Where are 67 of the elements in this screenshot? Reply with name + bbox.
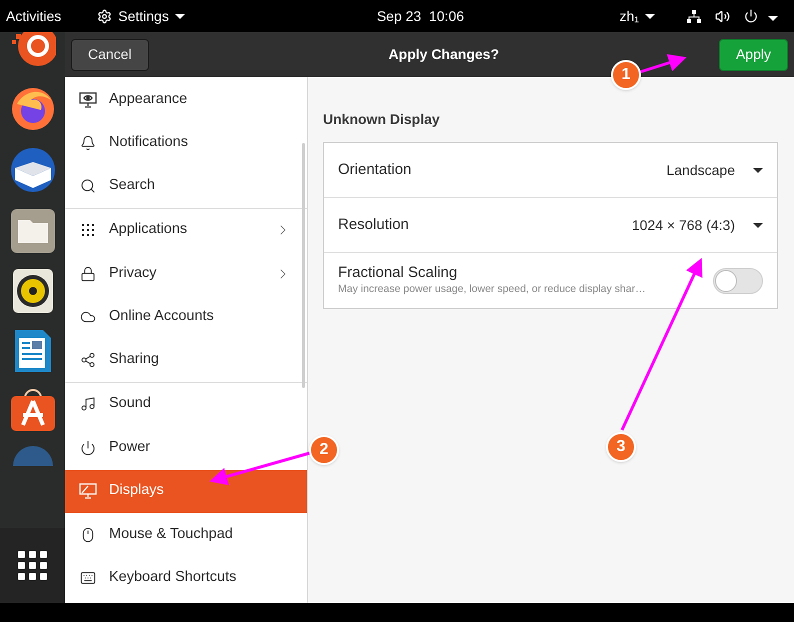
search-icon xyxy=(80,178,96,194)
caret-icon xyxy=(753,222,763,228)
row-label: Fractional Scaling xyxy=(338,264,458,282)
caret-icon xyxy=(174,14,185,18)
item-label: Appearance xyxy=(109,90,188,109)
sidebar-item[interactable]: Applications xyxy=(65,208,307,252)
settings-menu[interactable]: Settings xyxy=(97,6,185,26)
row-label: Resolution xyxy=(338,214,409,235)
grid-icon xyxy=(81,223,95,238)
sidebar-item[interactable]: Online Accounts xyxy=(65,296,307,339)
item-label: Online Accounts xyxy=(109,307,214,326)
monitor-eye-icon xyxy=(79,92,97,108)
sidebar-item[interactable]: Mouse & Touchpad xyxy=(65,513,307,556)
caret-icon xyxy=(753,168,763,172)
share-icon xyxy=(80,352,96,368)
shopping-bag-icon[interactable] xyxy=(10,388,56,432)
lock-icon xyxy=(80,266,96,282)
activities-button[interactable]: Activities xyxy=(0,6,68,26)
item-label: Search xyxy=(109,176,155,196)
settings-row[interactable]: Orientation Landscape xyxy=(324,143,777,198)
power-icon[interactable] xyxy=(744,9,758,23)
sidebar-item[interactable]: Search xyxy=(65,165,307,208)
row-value: Landscape xyxy=(666,160,735,180)
settings-icon xyxy=(97,8,112,24)
folder-icon[interactable] xyxy=(10,208,56,254)
sidebar-item[interactable]: Appearance xyxy=(65,78,307,122)
app-grid-icon[interactable] xyxy=(18,550,48,580)
item-label: Power xyxy=(109,438,150,457)
volume-icon[interactable] xyxy=(715,8,730,24)
toggle-switch[interactable] xyxy=(713,268,763,294)
item-label: Keyboard Shortcuts xyxy=(109,568,236,588)
caret-icon xyxy=(768,16,778,20)
display-icon xyxy=(79,483,97,500)
row-value: 1024 × 768 (4:3) xyxy=(632,216,735,235)
caret-icon xyxy=(645,14,655,18)
bell-icon xyxy=(80,135,96,152)
scrollbar[interactable] xyxy=(302,143,305,388)
input-method-menu[interactable]: zh₁ xyxy=(619,6,655,26)
speaker-icon[interactable] xyxy=(12,268,54,314)
power-icon xyxy=(80,440,96,456)
sidebar-item[interactable]: Displays xyxy=(65,470,307,513)
sidebar-item[interactable]: Notifications xyxy=(65,122,307,165)
cancel-button[interactable]: Cancel xyxy=(71,38,149,70)
sidebar-item[interactable]: Keyboard Shortcuts xyxy=(65,556,307,600)
network-icon[interactable] xyxy=(687,10,701,22)
clock[interactable]: Sep 23 10:06 xyxy=(376,6,464,26)
dialog-title: Apply Changes? xyxy=(388,45,500,64)
item-label: Privacy xyxy=(109,264,157,283)
sidebar-item[interactable]: Sharing xyxy=(65,339,307,382)
music-note-icon xyxy=(80,396,96,412)
item-label: Sharing xyxy=(109,350,159,370)
row-description: May increase power usage, lower speed, or reduce display shar… xyxy=(338,282,647,297)
item-label: Displays xyxy=(109,481,164,500)
keyboard-icon xyxy=(80,570,96,586)
annotation-arrow xyxy=(640,54,687,74)
item-label: Mouse & Touchpad xyxy=(109,524,233,544)
settings-row[interactable]: Resolution 1024 × 768 (4:3) xyxy=(324,198,777,253)
row-label: Orientation xyxy=(338,160,412,180)
sidebar-item[interactable]: Power xyxy=(65,426,307,470)
item-label: Applications xyxy=(109,220,188,240)
sidebar-item[interactable]: Sound xyxy=(65,382,307,426)
sidebar-item[interactable]: Privacy xyxy=(65,252,307,296)
item-label: Sound xyxy=(109,394,151,414)
mouse-icon xyxy=(80,526,96,543)
document-icon[interactable] xyxy=(12,328,52,374)
item-label: Notifications xyxy=(109,133,188,152)
section-heading: Unknown Display xyxy=(323,110,441,129)
